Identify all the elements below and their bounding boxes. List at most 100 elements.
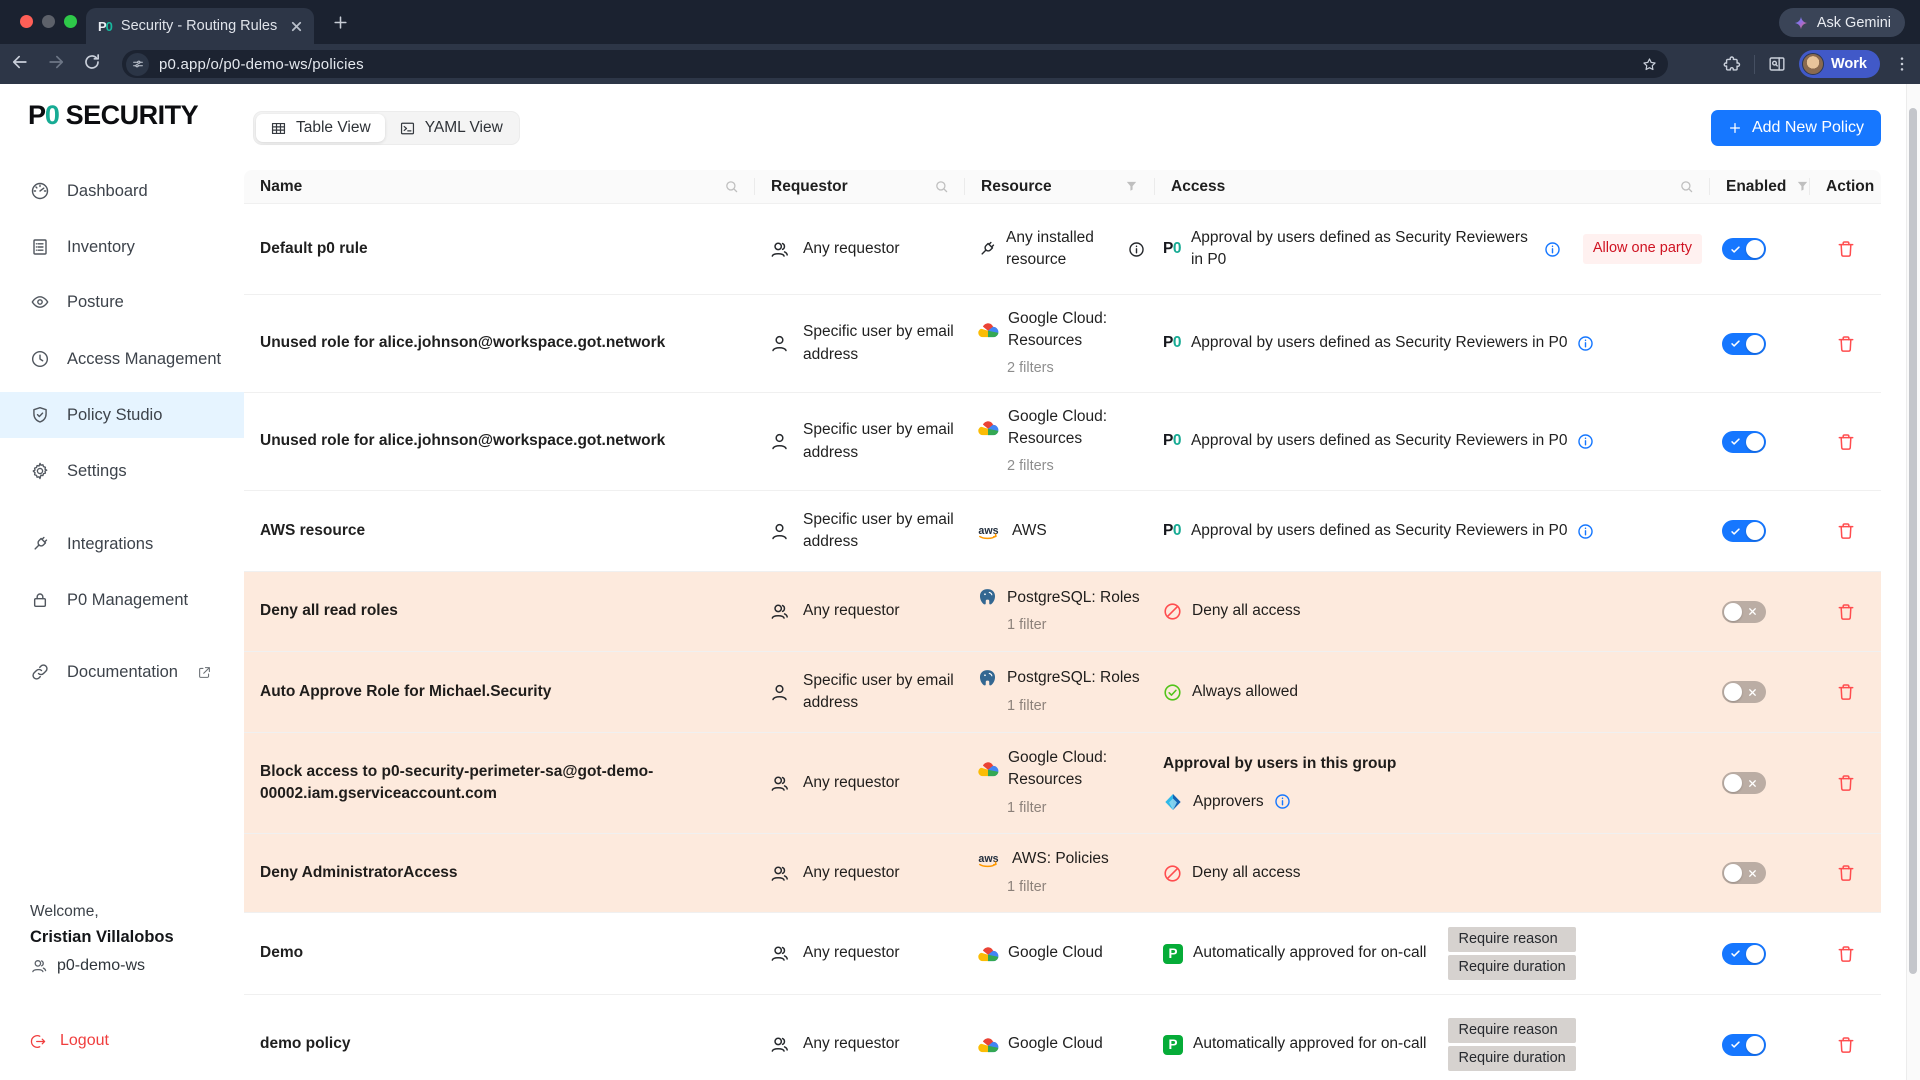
close-window-button[interactable] — [20, 15, 33, 28]
policy-name-cell: AWS resource — [244, 491, 755, 571]
column-header-resource[interactable]: Resource — [965, 170, 1155, 203]
delete-policy-button[interactable] — [1836, 773, 1856, 793]
toggle-knob — [1746, 433, 1764, 451]
requestor-label: Any requestor — [803, 1033, 900, 1055]
bookmark-star-icon[interactable] — [1641, 56, 1658, 73]
site-settings-button[interactable] — [126, 53, 149, 76]
enabled-toggle[interactable] — [1722, 601, 1766, 623]
scrollbar-thumb[interactable] — [1909, 108, 1917, 974]
info-icon[interactable] — [1274, 793, 1291, 810]
column-header-name[interactable]: Name — [244, 170, 755, 203]
search-icon[interactable] — [1679, 179, 1694, 194]
tab-yaml-view[interactable]: YAML View — [385, 114, 517, 142]
resource-cell: Google Cloud — [965, 995, 1155, 1080]
delete-policy-button[interactable] — [1836, 682, 1856, 702]
any-requestor-icon — [769, 943, 790, 964]
sidebar-item-integrations[interactable]: Integrations — [0, 521, 244, 567]
browser-menu-icon[interactable] — [1892, 54, 1912, 74]
resource-cell: Google Cloud: Resources2 filters — [965, 393, 1155, 490]
scrollbar-track[interactable] — [1906, 84, 1920, 1080]
column-header-enabled[interactable]: Enabled — [1710, 170, 1810, 203]
delete-policy-button[interactable] — [1836, 239, 1856, 259]
sidebar-item-label: Integrations — [67, 535, 153, 554]
filter-icon[interactable] — [1795, 179, 1810, 194]
sidebar-item-access-management[interactable]: Access Management — [0, 336, 244, 382]
browser-tab[interactable]: P0 Security - Routing Rules — [86, 8, 314, 44]
sidebar-item-inventory[interactable]: Inventory — [0, 224, 244, 270]
address-bar[interactable]: p0.app/o/p0-demo-ws/policies — [122, 50, 1668, 78]
logout-label: Logout — [60, 1032, 109, 1050]
minimize-window-button[interactable] — [42, 15, 55, 28]
reload-button[interactable] — [82, 52, 102, 72]
delete-policy-button[interactable] — [1836, 432, 1856, 452]
extensions-icon[interactable] — [1722, 54, 1742, 74]
window-controls — [20, 15, 77, 28]
sidebar-item-settings[interactable]: Settings — [0, 448, 244, 494]
table-view-label: Table View — [296, 119, 371, 137]
resource-filters-count: 1 filter — [1007, 615, 1140, 636]
sidebar-item-posture[interactable]: Posture — [0, 279, 244, 325]
enabled-toggle[interactable] — [1722, 1034, 1766, 1056]
policy-name-cell: demo policy — [244, 995, 755, 1080]
enabled-toggle[interactable] — [1722, 681, 1766, 703]
info-icon[interactable] — [1128, 241, 1145, 258]
ask-gemini-button[interactable]: Ask Gemini — [1779, 8, 1905, 37]
any-requestor-icon — [769, 601, 790, 622]
workspace-row[interactable]: p0-demo-ws — [30, 957, 174, 975]
info-icon[interactable] — [1577, 335, 1594, 352]
profile-chip[interactable]: Work — [1799, 50, 1880, 78]
filter-icon[interactable] — [1124, 179, 1139, 194]
main-panel: Table View YAML View Add New Policy Name… — [244, 84, 1920, 1080]
enabled-toggle[interactable] — [1722, 333, 1766, 355]
column-header-requestor[interactable]: Requestor — [755, 170, 965, 203]
enabled-toggle[interactable] — [1722, 943, 1766, 965]
enabled-toggle[interactable] — [1722, 431, 1766, 453]
sidebar-item-dashboard[interactable]: Dashboard — [0, 168, 244, 214]
sidebar-item-p0-management[interactable]: P0 Management — [0, 577, 244, 623]
tab-close-icon[interactable] — [289, 19, 304, 34]
clock-icon — [30, 349, 50, 369]
action-cell — [1810, 393, 1881, 490]
add-new-policy-button[interactable]: Add New Policy — [1711, 110, 1881, 146]
gcp-icon — [977, 321, 999, 339]
access-label: Approval by users defined as Security Re… — [1191, 332, 1568, 354]
delete-policy-button[interactable] — [1836, 521, 1856, 541]
check-icon — [1730, 338, 1741, 349]
search-icon[interactable] — [724, 179, 739, 194]
tab-table-view[interactable]: Table View — [256, 114, 385, 142]
delete-policy-button[interactable] — [1836, 602, 1856, 622]
column-header-access[interactable]: Access — [1155, 170, 1710, 203]
info-icon[interactable] — [1577, 433, 1594, 450]
resource-filters-count: 2 filters — [1007, 358, 1145, 379]
delete-policy-button[interactable] — [1836, 334, 1856, 354]
tune-icon — [131, 57, 145, 71]
enabled-toggle[interactable] — [1722, 772, 1766, 794]
new-tab-button[interactable] — [332, 14, 349, 31]
back-button[interactable] — [10, 52, 30, 72]
requestor-label: Specific user by email address — [803, 509, 955, 554]
access-label: Deny all access — [1192, 600, 1301, 622]
table-row: demo policyAny requestorGoogle CloudPAut… — [244, 995, 1881, 1080]
enabled-toggle[interactable] — [1722, 862, 1766, 884]
side-panel-icon[interactable] — [1767, 54, 1787, 74]
search-icon[interactable] — [934, 179, 949, 194]
logout-button[interactable]: Logout — [30, 1032, 109, 1050]
table-row: Block access to p0-security-perimeter-sa… — [244, 733, 1881, 834]
requestor-cell: Any requestor — [755, 204, 965, 294]
delete-policy-button[interactable] — [1836, 863, 1856, 883]
info-icon[interactable] — [1544, 241, 1561, 258]
delete-policy-button[interactable] — [1836, 944, 1856, 964]
sidebar-item-documentation[interactable]: Documentation — [0, 649, 244, 695]
enabled-toggle[interactable] — [1722, 520, 1766, 542]
check-icon — [1730, 526, 1741, 537]
sidebar-item-policy-studio[interactable]: Policy Studio — [0, 392, 244, 438]
action-cell — [1810, 834, 1881, 912]
zoom-window-button[interactable] — [64, 15, 77, 28]
delete-policy-button[interactable] — [1836, 1035, 1856, 1055]
enabled-toggle[interactable] — [1722, 238, 1766, 260]
forward-button[interactable] — [46, 52, 66, 72]
resource-label: PostgreSQL: Roles — [1007, 667, 1140, 689]
info-icon[interactable] — [1577, 523, 1594, 540]
action-cell — [1810, 733, 1881, 833]
resource-cell: awsAWS — [965, 491, 1155, 571]
